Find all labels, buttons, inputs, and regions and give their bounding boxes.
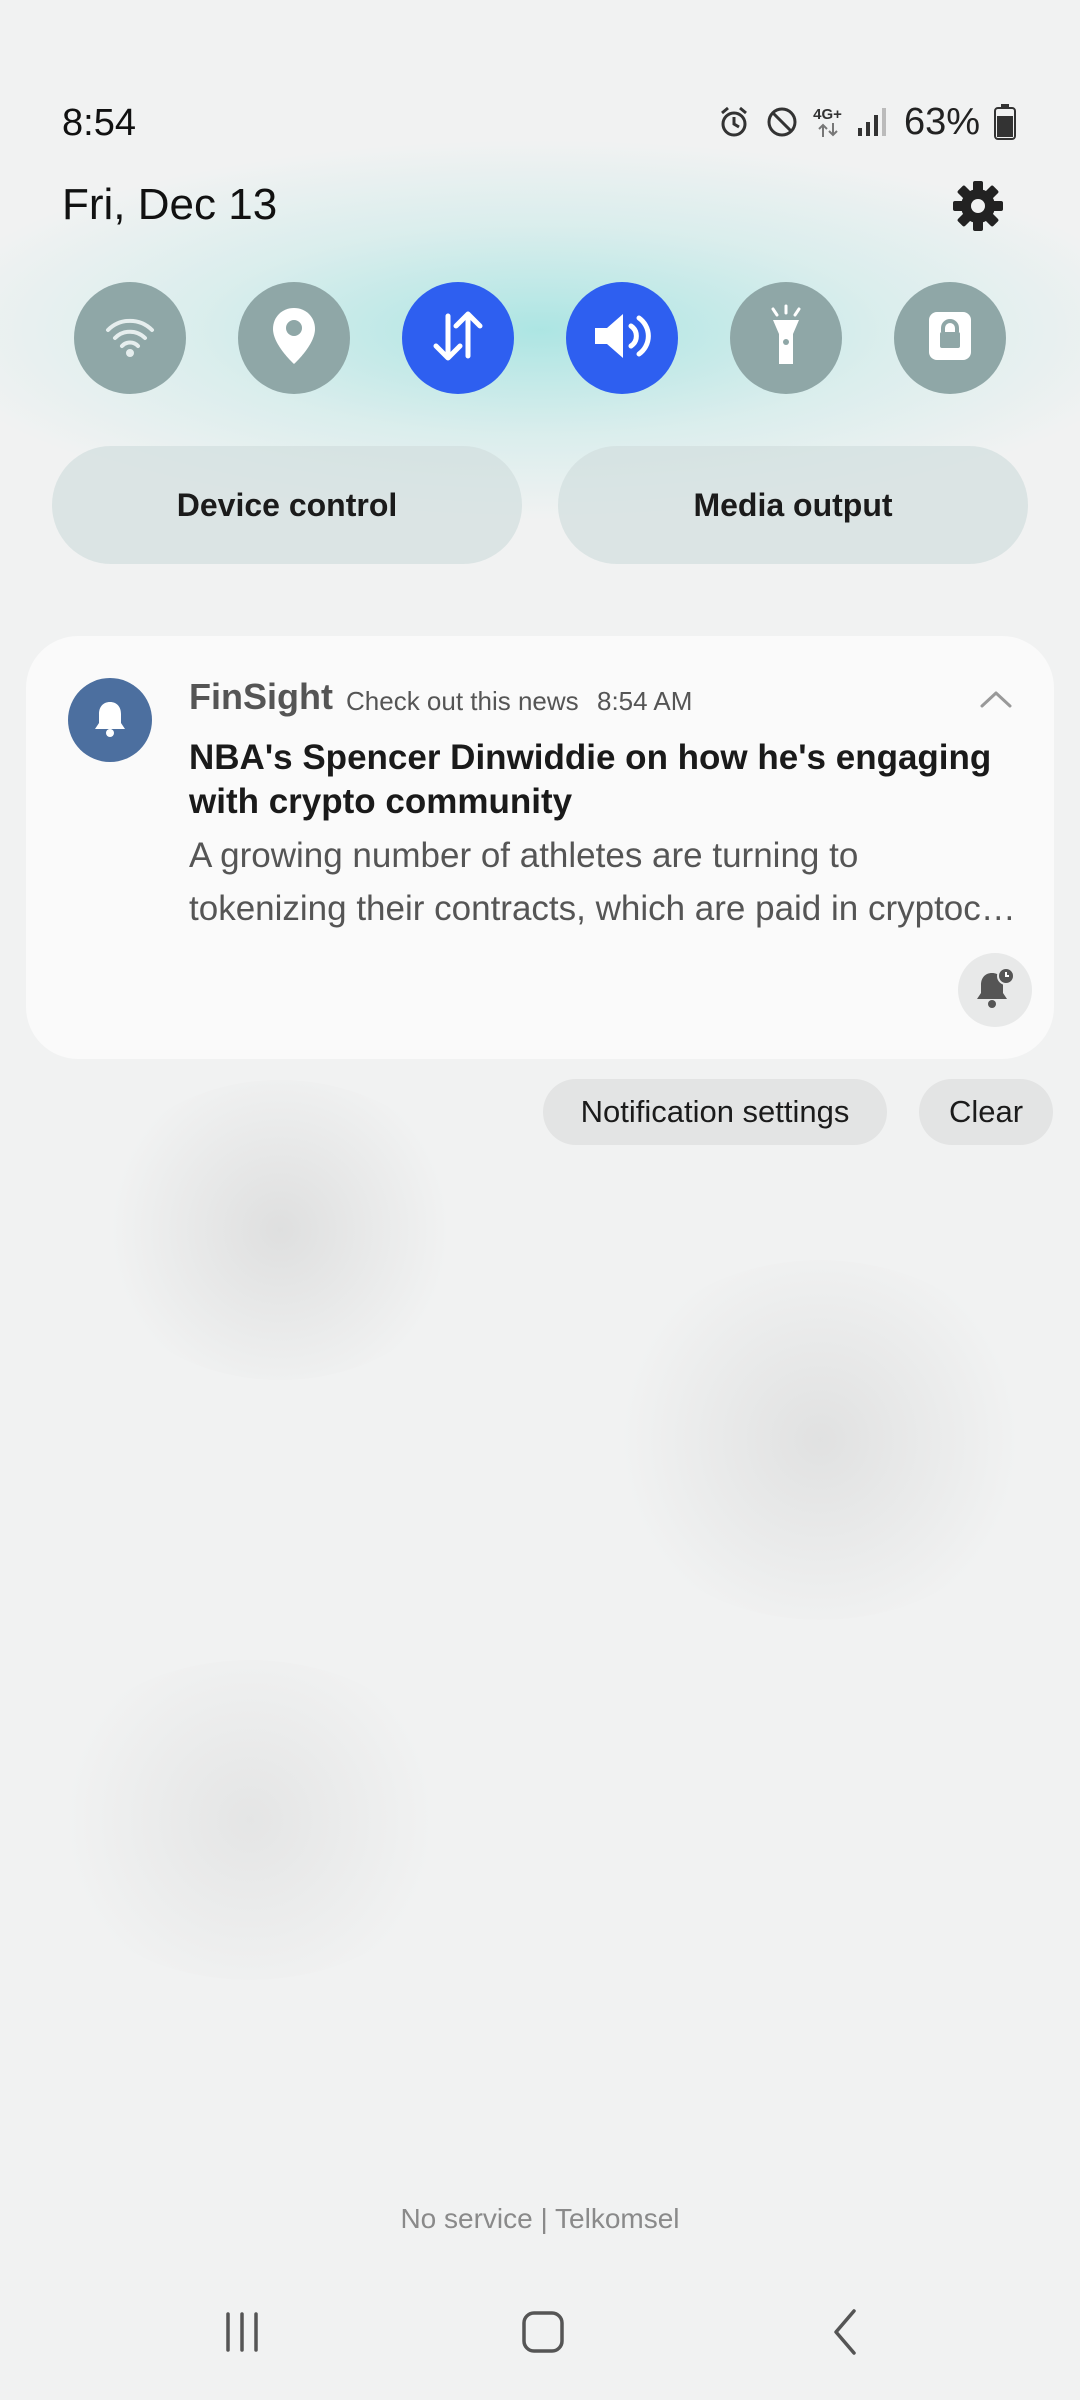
notification-app-name: FinSight	[189, 676, 333, 717]
chevron-up-icon[interactable]	[976, 684, 1016, 714]
battery-icon	[994, 104, 1016, 140]
toggle-sound[interactable]	[566, 282, 678, 394]
gear-icon[interactable]	[950, 178, 1006, 234]
back-button[interactable]	[806, 2306, 886, 2362]
network-4g-icon: 4G+	[813, 107, 842, 138]
bell-icon	[92, 698, 128, 743]
signal-icon	[856, 106, 888, 138]
notification-subtext: Check out this news	[346, 686, 579, 716]
status-bar: 8:54 4G+ 63%	[0, 90, 1080, 150]
background-blob	[600, 1260, 1040, 1620]
speaker-icon	[589, 306, 655, 371]
background-blob	[90, 1080, 470, 1380]
toggle-mobile-data[interactable]	[402, 282, 514, 394]
device-control-button[interactable]: Device control	[52, 446, 522, 564]
toggle-secure-folder[interactable]	[894, 282, 1006, 394]
flashlight-icon	[761, 304, 811, 373]
snooze-button[interactable]	[958, 953, 1032, 1027]
status-clock: 8:54	[62, 102, 136, 144]
status-icons: 4G+ 63%	[717, 100, 1016, 144]
notification-body: A growing number of athletes are turning…	[189, 829, 1019, 935]
notification-body-line2: tokenizing their contracts, which are pa…	[189, 889, 1019, 928]
notification-title: NBA's Spencer Dinwiddie on how he's enga…	[189, 738, 992, 821]
background-blob	[40, 1660, 460, 1980]
date-label: Fri, Dec 13	[62, 180, 278, 229]
toggle-wifi[interactable]	[74, 282, 186, 394]
quick-toggles	[0, 282, 1080, 394]
app-icon	[68, 678, 152, 762]
notification-settings-button[interactable]: Notification settings	[543, 1079, 887, 1145]
media-output-button[interactable]: Media output	[558, 446, 1028, 564]
home-icon	[521, 2310, 565, 2359]
back-icon	[824, 2307, 868, 2362]
lock-icon	[926, 308, 974, 369]
do-not-disturb-icon	[765, 105, 799, 139]
clear-button[interactable]: Clear	[919, 1079, 1053, 1145]
toggle-flashlight[interactable]	[730, 282, 842, 394]
carrier-label: No service | Telkomsel	[400, 2203, 680, 2234]
notification-time: 8:54 AM	[597, 686, 693, 716]
notification-body-line1: A growing number of athletes are turning…	[189, 836, 859, 875]
wifi-icon	[102, 308, 158, 369]
battery-percent: 63%	[903, 100, 980, 143]
snooze-bell-icon	[973, 966, 1017, 1015]
recents-button[interactable]	[202, 2306, 282, 2362]
toggle-location[interactable]	[238, 282, 350, 394]
location-icon	[269, 306, 319, 371]
home-button[interactable]	[503, 2306, 583, 2362]
data-arrows-icon	[428, 306, 488, 371]
notification-card[interactable]: FinSight Check out this news 8:54 AM NBA…	[26, 636, 1054, 1059]
alarm-icon	[717, 105, 751, 139]
recents-icon	[220, 2310, 264, 2359]
